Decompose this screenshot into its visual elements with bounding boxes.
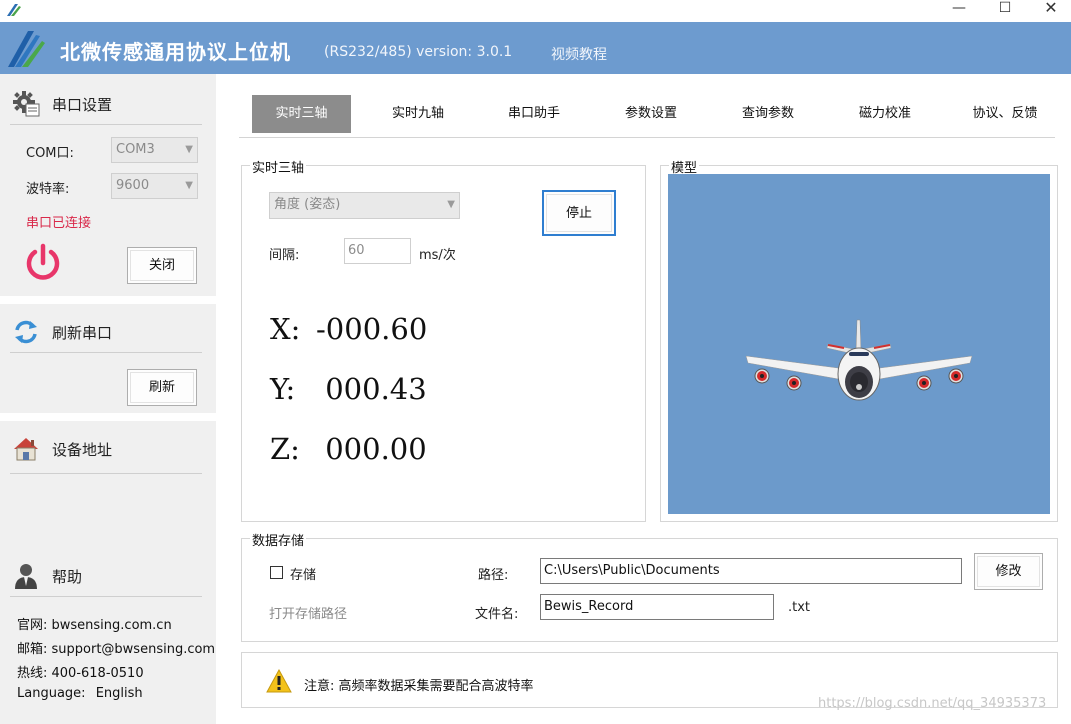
serial-settings-panel: 串口设置 COM口: COM3 ▼ 波特率: 9600 ▼ 串口已连接 关闭 <box>0 74 216 296</box>
close-window-button[interactable]: ✕ <box>1028 0 1071 22</box>
hotline-text: 热线: 400-618-0510 <box>17 666 144 681</box>
website-text: 官网: bwsensing.com.cn <box>17 618 172 633</box>
user-support-icon <box>12 562 40 590</box>
help-title: 帮助 <box>52 567 83 586</box>
save-label: 存储 <box>290 568 317 583</box>
sidebar: 串口设置 COM口: COM3 ▼ 波特率: 9600 ▼ 串口已连接 关闭 刷… <box>0 74 216 724</box>
settings-gear-icon <box>12 90 40 118</box>
device-address-title: 设备地址 <box>52 440 113 459</box>
chevron-down-icon: ▼ <box>185 180 193 191</box>
connection-status: 串口已连接 <box>26 216 92 231</box>
divider <box>10 124 202 125</box>
interval-input[interactable]: 60 <box>344 238 411 264</box>
warning-icon <box>266 669 292 693</box>
modify-path-button[interactable]: 修改 <box>974 553 1043 590</box>
refresh-icon <box>12 318 40 346</box>
refresh-port-title: 刷新串口 <box>52 323 113 342</box>
notice-text: 注意: 高频率数据采集需要配合高波特率 <box>304 679 534 694</box>
3d-model-view[interactable] <box>668 174 1050 514</box>
data-storage-group: 数据存储 <box>241 530 1058 642</box>
language-value[interactable]: English <box>96 686 143 701</box>
x-axis-value: -000.60 <box>316 312 428 346</box>
video-tutorial-link[interactable]: 视频教程 <box>551 44 607 64</box>
tab-realtime-3axis[interactable]: 实时三轴 <box>252 95 351 133</box>
language-label: Language: <box>17 686 86 701</box>
tab-protocol-feedback[interactable]: 协议、反馈 <box>955 95 1055 133</box>
open-storage-path-link[interactable]: 打开存储路径 <box>269 603 347 622</box>
interval-unit: ms/次 <box>419 248 456 263</box>
home-icon <box>12 435 40 463</box>
baud-rate-value: 9600 <box>116 178 150 193</box>
engine-left-outer <box>754 368 770 384</box>
language-row: Language: English <box>17 686 143 701</box>
z-axis-row: Z: 000.00 <box>270 432 427 466</box>
title-bar: — ☐ ✕ <box>0 0 1071 22</box>
help-panel: 帮助 官网: bwsensing.com.cn 邮箱: support@bwse… <box>0 548 216 724</box>
data-mode-select[interactable]: 角度 (姿态) ▼ <box>269 192 460 219</box>
refresh-port-header: 刷新串口 <box>12 316 112 348</box>
help-header: 帮助 <box>12 560 82 592</box>
filename-label: 文件名: <box>475 607 519 622</box>
y-axis-row: Y: 000.43 <box>270 372 427 406</box>
com-port-label: COM口: <box>26 146 74 161</box>
serial-settings-title: 串口设置 <box>52 95 113 114</box>
path-input[interactable]: C:\Users\Public\Documents <box>540 558 962 584</box>
y-axis-label: Y: <box>270 372 296 406</box>
device-address-header: 设备地址 <box>12 433 112 465</box>
save-checkbox[interactable] <box>270 566 283 579</box>
tab-parameter-settings[interactable]: 参数设置 <box>602 95 700 133</box>
chevron-down-icon: ▼ <box>447 199 455 210</box>
tab-magnetic-calibration[interactable]: 磁力校准 <box>836 95 934 133</box>
com-port-value: COM3 <box>116 142 155 157</box>
x-axis-row: X: -000.60 <box>270 312 427 346</box>
app-header: 北微传感通用协议上位机 (RS232/485) version: 3.0.1 视… <box>0 22 1071 74</box>
baud-rate-select[interactable]: 9600 ▼ <box>111 173 198 199</box>
filename-input[interactable]: Bewis_Record <box>540 594 774 620</box>
file-extension: .txt <box>788 600 811 615</box>
baud-rate-label: 波特率: <box>26 182 70 197</box>
divider <box>10 352 202 353</box>
tab-bar: 实时三轴 实时九轴 串口助手 参数设置 查询参数 磁力校准 协议、反馈 <box>239 94 1055 138</box>
interval-label: 间隔: <box>269 248 300 263</box>
power-icon <box>26 243 60 280</box>
divider <box>10 596 202 597</box>
serial-settings-header: 串口设置 <box>12 88 112 120</box>
com-port-select[interactable]: COM3 ▼ <box>111 137 198 163</box>
watermark: https://blog.csdn.net/qq_34935373 <box>818 696 1047 711</box>
app-icon <box>7 4 21 16</box>
refresh-port-panel: 刷新串口 刷新 <box>0 304 216 413</box>
divider <box>10 473 202 474</box>
path-label: 路径: <box>478 568 509 583</box>
x-axis-label: X: <box>270 312 301 346</box>
minimize-button[interactable]: — <box>936 0 982 22</box>
chevron-down-icon: ▼ <box>185 144 193 155</box>
tab-realtime-9axis[interactable]: 实时九轴 <box>369 95 467 133</box>
close-port-button[interactable]: 关闭 <box>127 247 197 284</box>
z-axis-value: 000.00 <box>316 432 427 466</box>
group-title: 数据存储 <box>250 530 307 549</box>
data-mode-value: 角度 (姿态) <box>274 197 341 212</box>
z-axis-label: Z: <box>270 432 300 466</box>
company-logo-icon <box>8 31 45 67</box>
group-title: 实时三轴 <box>250 157 307 176</box>
y-axis-value: 000.43 <box>316 372 427 406</box>
app-title: 北微传感通用协议上位机 <box>60 40 291 64</box>
maximize-button[interactable]: ☐ <box>982 0 1028 22</box>
app-version: (RS232/485) version: 3.0.1 <box>324 44 513 60</box>
email-text: 邮箱: support@bwsensing.com <box>17 642 216 657</box>
stop-button[interactable]: 停止 <box>542 190 616 236</box>
tab-serial-assistant[interactable]: 串口助手 <box>485 95 583 133</box>
refresh-button[interactable]: 刷新 <box>127 369 197 406</box>
tab-query-parameters[interactable]: 查询参数 <box>719 95 817 133</box>
airplane-model-icon <box>745 319 973 401</box>
